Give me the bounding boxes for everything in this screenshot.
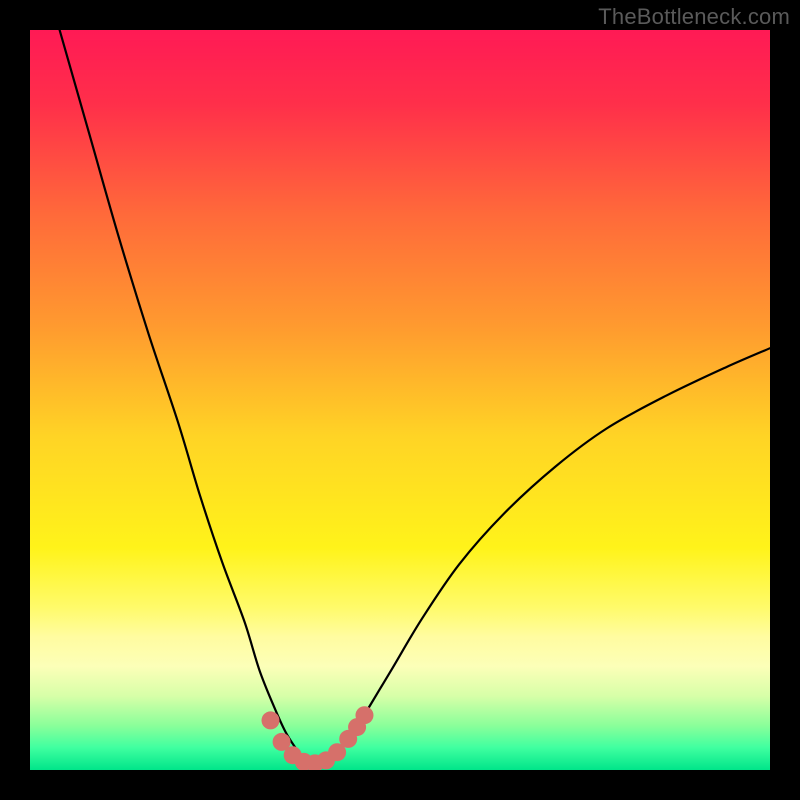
bottleneck-plot (30, 30, 770, 770)
plot-svg (30, 30, 770, 770)
curve-marker (355, 706, 373, 724)
watermark-text: TheBottleneck.com (598, 4, 790, 30)
chart-frame: TheBottleneck.com (0, 0, 800, 800)
curve-marker (262, 711, 280, 729)
